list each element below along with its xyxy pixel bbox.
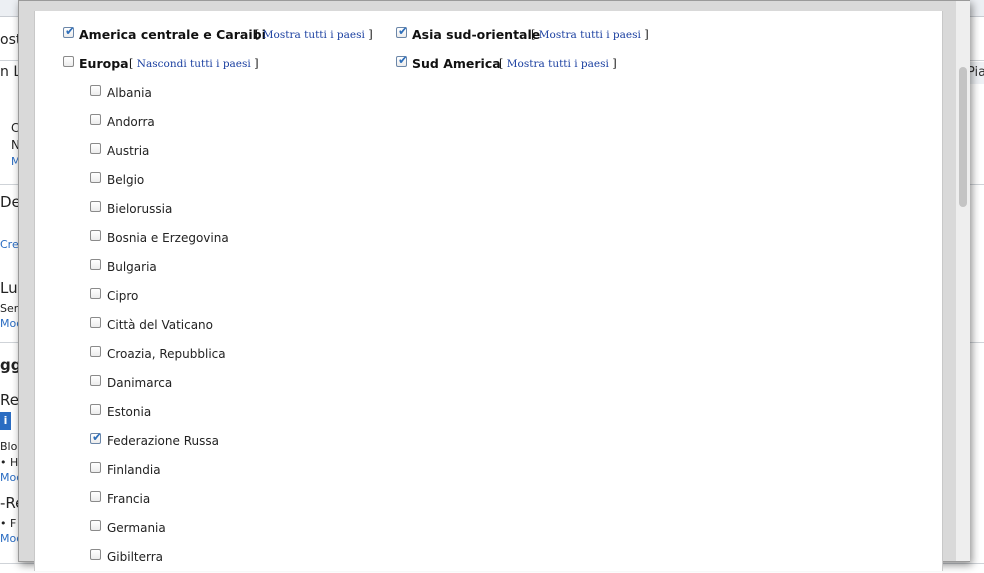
country-checkbox[interactable] <box>90 549 101 560</box>
region-toggle: [ Mostra tutti i paesi ] <box>499 57 617 70</box>
country-label: Belgio <box>107 173 145 187</box>
country-label: Albania <box>107 86 152 100</box>
country-list-panel: ✔ America centrale e Caraibi [ Mostra tu… <box>34 11 943 571</box>
country-label: Germania <box>107 521 166 535</box>
region-label: Sud America <box>412 56 501 71</box>
dialog-scrollbar[interactable] <box>956 1 970 561</box>
show-all-countries-link[interactable]: Mostra tutti i paesi <box>539 29 641 41</box>
checkmark-icon: ✔ <box>92 430 103 444</box>
checkmark-icon: ✔ <box>65 24 76 38</box>
region-checkbox-america-centrale[interactable]: ✔ <box>63 24 76 38</box>
region-checkbox-sud-america[interactable]: ✔ <box>396 53 409 67</box>
country-checkbox[interactable] <box>90 259 101 270</box>
checkmark-icon: ✔ <box>398 53 409 67</box>
country-checkbox[interactable] <box>90 201 101 212</box>
country-checkbox[interactable] <box>90 462 101 473</box>
country-checkbox[interactable] <box>90 288 101 299</box>
region-toggle: [ Mostra tutti i paesi ] <box>531 28 649 41</box>
country-label: Bosnia e Erzegovina <box>107 231 229 245</box>
region-label: Asia sud-orientale <box>412 27 541 42</box>
country-checkbox[interactable] <box>90 520 101 531</box>
country-checkbox[interactable] <box>90 172 101 183</box>
country-checkbox[interactable] <box>90 85 101 96</box>
country-label: Estonia <box>107 405 152 419</box>
country-label: Croazia, Repubblica <box>107 347 226 361</box>
bg-info-badge: i <box>0 412 11 430</box>
country-label: Federazione Russa <box>107 434 219 448</box>
bg-fragment-f: • F <box>0 517 17 530</box>
country-label: Bielorussia <box>107 202 173 216</box>
show-all-countries-link[interactable]: Mostra tutti i paesi <box>263 29 365 41</box>
country-checkbox[interactable] <box>90 346 101 357</box>
bg-fragment-h: • H <box>0 456 19 469</box>
country-label: Andorra <box>107 115 155 129</box>
region-label: Europa <box>79 56 129 71</box>
hide-all-countries-link[interactable]: Nascondi tutti i paesi <box>137 58 251 70</box>
country-checkbox[interactable] <box>90 404 101 415</box>
region-label: America centrale e Caraibi <box>79 27 266 42</box>
country-label: Finlandia <box>107 463 161 477</box>
country-checkbox[interactable]: ✔ <box>90 430 103 444</box>
country-checkbox[interactable] <box>90 230 101 241</box>
country-checkbox[interactable] <box>90 491 101 502</box>
scrollbar-thumb[interactable] <box>959 67 967 207</box>
checkmark-icon: ✔ <box>398 24 409 38</box>
country-checkbox[interactable] <box>90 317 101 328</box>
country-label: Bulgaria <box>107 260 157 274</box>
country-checkbox[interactable] <box>90 114 101 125</box>
region-toggle: [ Nascondi tutti i paesi ] <box>129 57 259 70</box>
country-checkbox[interactable] <box>90 375 101 386</box>
country-label: Francia <box>107 492 151 506</box>
country-label: Città del Vaticano <box>107 318 214 332</box>
region-checkbox-europa[interactable] <box>63 56 74 67</box>
country-selection-dialog: ✔ America centrale e Caraibi [ Mostra tu… <box>18 0 970 571</box>
country-label: Cipro <box>107 289 139 303</box>
country-label: Danimarca <box>107 376 173 390</box>
show-all-countries-link[interactable]: Mostra tutti i paesi <box>507 58 609 70</box>
country-label: Gibilterra <box>107 550 164 564</box>
region-toggle: [ Mostra tutti i paesi ] <box>255 28 373 41</box>
region-checkbox-asia-sud-orientale[interactable]: ✔ <box>396 24 409 38</box>
country-checkbox[interactable] <box>90 143 101 154</box>
country-label: Austria <box>107 144 150 158</box>
